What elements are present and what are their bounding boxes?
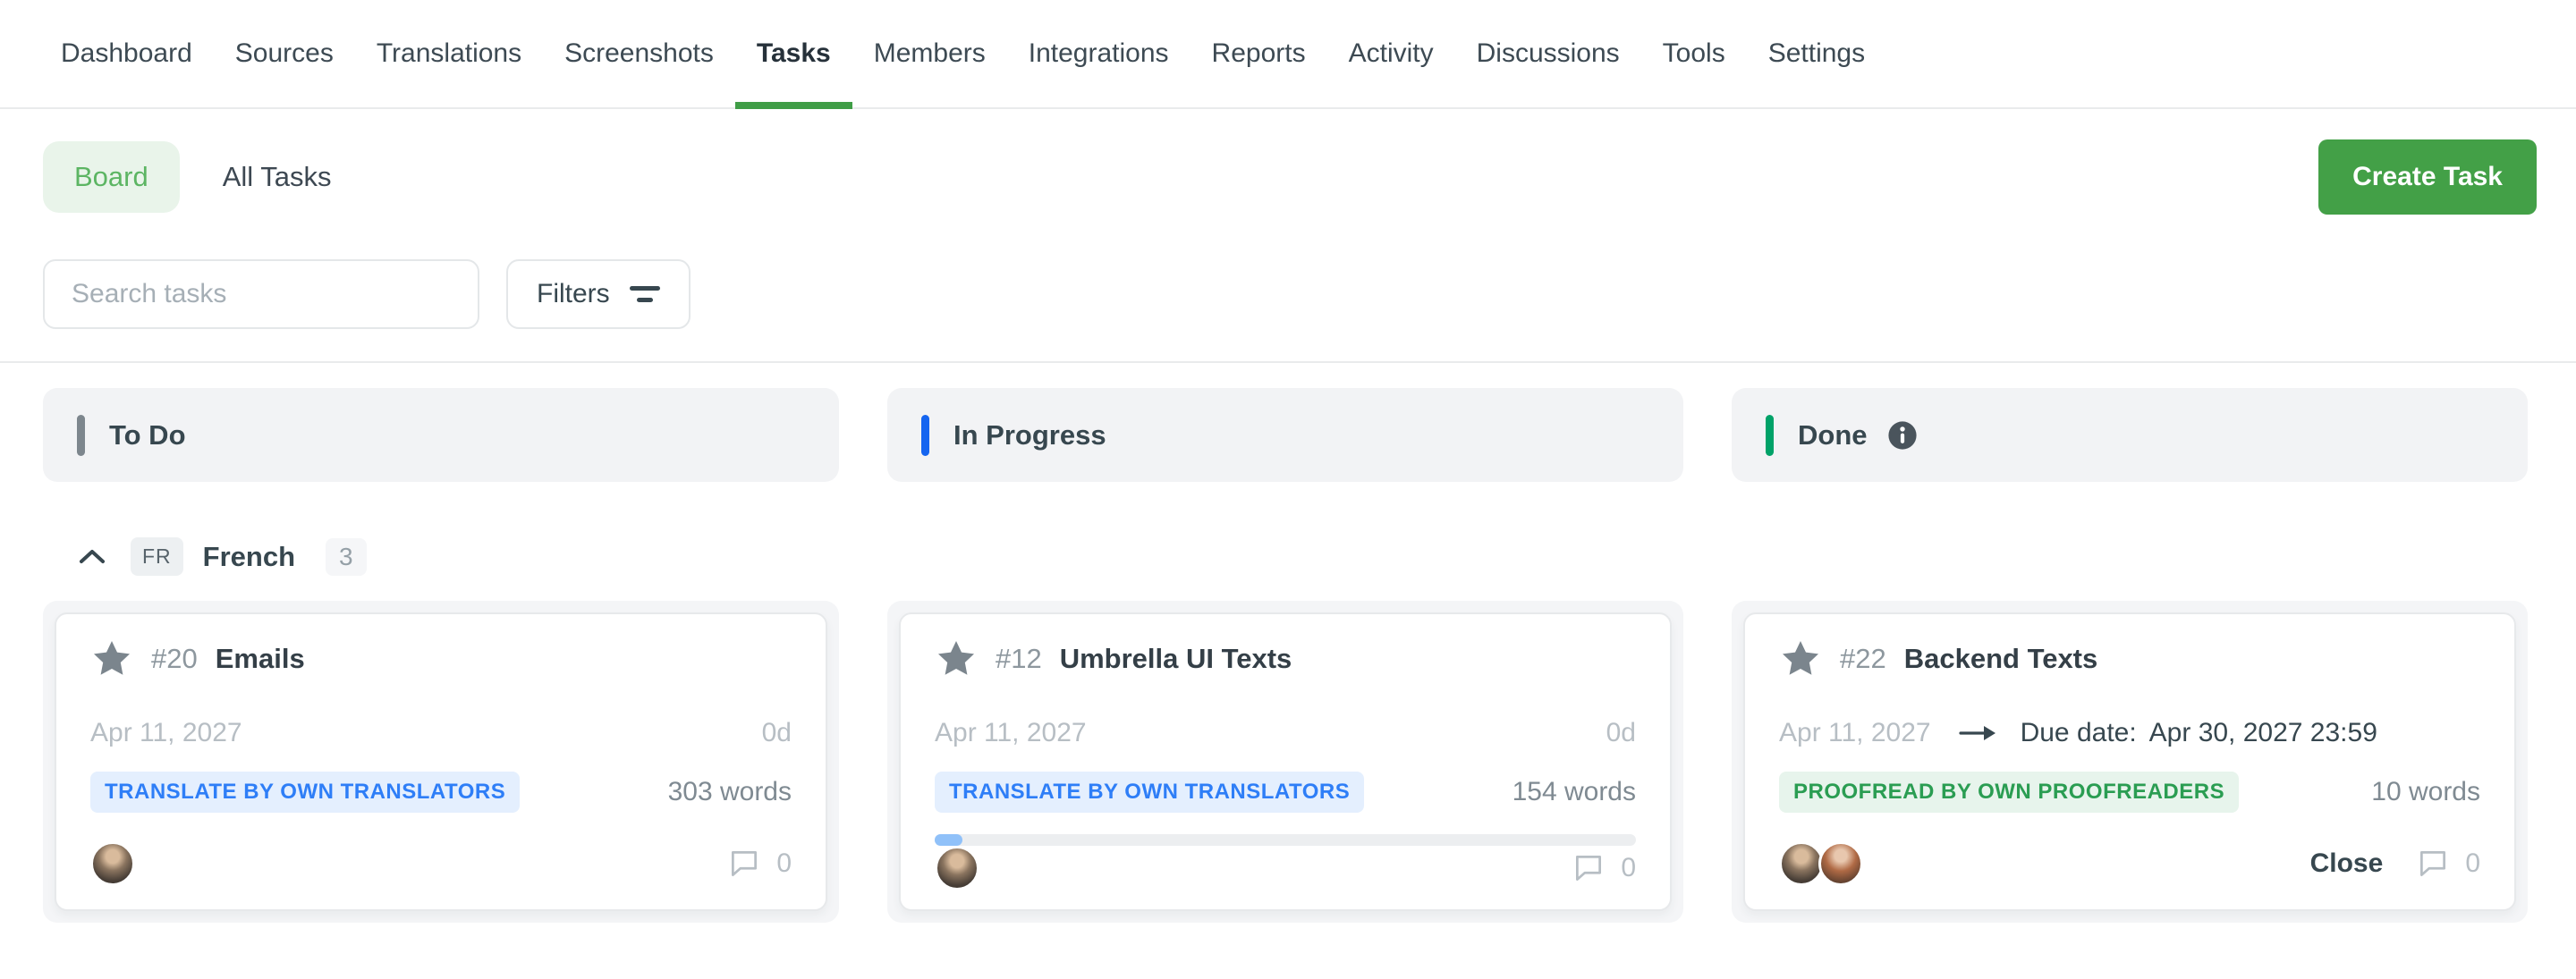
task-card-12[interactable]: #12 Umbrella UI Texts Apr 11, 2027 0d TR… xyxy=(899,612,1672,911)
task-duration: 0d xyxy=(1606,718,1636,748)
card-date-row: Apr 11, 2027 Due date: Apr 30, 2027 23:5… xyxy=(1779,718,2480,748)
star-icon[interactable] xyxy=(935,637,978,680)
column-header-todo[interactable]: To Do xyxy=(43,388,839,482)
word-count: 303 words xyxy=(668,777,792,807)
word-count: 154 words xyxy=(1513,777,1636,807)
comment-icon[interactable] xyxy=(726,846,762,882)
comment-count: 0 xyxy=(2465,848,2480,879)
todo-column: #20 Emails Apr 11, 2027 0d TRANSLATE BY … xyxy=(43,601,839,923)
card-footer: 0 xyxy=(90,841,792,886)
done-column: #22 Backend Texts Apr 11, 2027 Due date:… xyxy=(1732,601,2528,923)
card-date-row: Apr 11, 2027 0d xyxy=(90,718,792,748)
task-count-badge: 3 xyxy=(326,538,367,576)
task-date: Apr 11, 2027 xyxy=(90,718,242,748)
done-status-bar xyxy=(1766,415,1774,456)
nav-tab-screenshots[interactable]: Screenshots xyxy=(543,0,735,107)
word-count: 10 words xyxy=(2371,777,2480,807)
assignee-avatars xyxy=(90,841,135,886)
star-icon[interactable] xyxy=(1779,637,1822,680)
search-row: Filters xyxy=(43,259,2576,329)
nav-tab-activity[interactable]: Activity xyxy=(1327,0,1455,107)
card-title-row: #12 Umbrella UI Texts xyxy=(935,637,1636,680)
comment-count: 0 xyxy=(776,848,792,879)
nav-tab-integrations[interactable]: Integrations xyxy=(1007,0,1191,107)
view-toolbar: Board All Tasks Create Task xyxy=(43,139,2537,215)
info-icon[interactable] xyxy=(1887,420,1918,451)
nav-tab-tools[interactable]: Tools xyxy=(1641,0,1747,107)
column-header-in-progress[interactable]: In Progress xyxy=(887,388,1683,482)
task-type-badge: TRANSLATE BY OWN TRANSLATORS xyxy=(935,772,1364,813)
all-tasks-view-button[interactable]: All Tasks xyxy=(223,161,332,193)
avatar[interactable] xyxy=(1818,841,1863,886)
task-title: Backend Texts xyxy=(1904,643,2098,675)
nav-tab-sources[interactable]: Sources xyxy=(214,0,355,107)
filters-label: Filters xyxy=(537,279,610,309)
in-progress-column-label: In Progress xyxy=(953,419,1106,452)
comment-icon[interactable] xyxy=(2415,846,2451,882)
due-date-value: Apr 30, 2027 23:59 xyxy=(2149,718,2377,748)
kanban-board: #20 Emails Apr 11, 2027 0d TRANSLATE BY … xyxy=(43,601,2528,923)
in-progress-column: #12 Umbrella UI Texts Apr 11, 2027 0d TR… xyxy=(887,601,1683,923)
card-badge-row: TRANSLATE BY OWN TRANSLATORS 154 words xyxy=(935,772,1636,813)
task-id: #20 xyxy=(151,643,198,675)
card-date-row: Apr 11, 2027 0d xyxy=(935,718,1636,748)
todo-status-bar xyxy=(77,415,85,456)
task-date: Apr 11, 2027 xyxy=(1779,718,1931,748)
avatar[interactable] xyxy=(935,846,979,890)
progress-bar xyxy=(935,834,1636,846)
nav-tab-members[interactable]: Members xyxy=(852,0,1007,107)
task-id: #22 xyxy=(1840,643,1886,675)
language-group-row: FR French 3 xyxy=(77,537,2576,576)
task-title: Emails xyxy=(216,643,305,675)
task-duration: 0d xyxy=(762,718,792,748)
active-tab-underline xyxy=(735,102,852,109)
task-card-20[interactable]: #20 Emails Apr 11, 2027 0d TRANSLATE BY … xyxy=(55,612,827,911)
nav-tab-tasks-label: Tasks xyxy=(757,38,831,69)
card-footer: 0 xyxy=(935,846,1636,890)
avatar[interactable] xyxy=(1779,841,1824,886)
nav-tab-translations[interactable]: Translations xyxy=(355,0,543,107)
avatar[interactable] xyxy=(90,841,135,886)
task-date: Apr 11, 2027 xyxy=(935,718,1087,748)
task-title: Umbrella UI Texts xyxy=(1060,643,1292,675)
search-input[interactable] xyxy=(43,259,479,329)
card-badge-row: TRANSLATE BY OWN TRANSLATORS 303 words xyxy=(90,772,792,813)
card-footer: Close 0 xyxy=(1779,841,2480,886)
progress-bar-fill xyxy=(935,834,962,846)
arrow-right-icon xyxy=(1958,721,1997,746)
nav-tab-settings[interactable]: Settings xyxy=(1747,0,1886,107)
section-divider xyxy=(0,361,2576,363)
todo-column-label: To Do xyxy=(109,419,186,452)
column-header-done[interactable]: Done xyxy=(1732,388,2528,482)
done-column-label: Done xyxy=(1798,419,1868,452)
card-title-row: #20 Emails xyxy=(90,637,792,680)
board-view-button[interactable]: Board xyxy=(43,141,180,213)
create-task-button[interactable]: Create Task xyxy=(2318,139,2537,215)
task-type-badge: PROOFREAD BY OWN PROOFREADERS xyxy=(1779,772,2239,813)
nav-tab-reports[interactable]: Reports xyxy=(1191,0,1327,107)
nav-tab-tasks[interactable]: Tasks xyxy=(735,0,852,107)
card-badge-row: PROOFREAD BY OWN PROOFREADERS 10 words xyxy=(1779,772,2480,813)
comment-icon[interactable] xyxy=(1571,850,1606,886)
filter-icon xyxy=(630,286,660,302)
nav-tab-dashboard[interactable]: Dashboard xyxy=(39,0,214,107)
task-card-22[interactable]: #22 Backend Texts Apr 11, 2027 Due date:… xyxy=(1743,612,2516,911)
assignee-avatars xyxy=(935,846,979,890)
comment-count: 0 xyxy=(1621,853,1636,883)
task-id: #12 xyxy=(996,643,1042,675)
top-nav: Dashboard Sources Translations Screensho… xyxy=(0,0,2576,109)
due-date-label: Due date: xyxy=(2021,718,2137,748)
in-progress-status-bar xyxy=(921,415,929,456)
filters-button[interactable]: Filters xyxy=(506,259,691,329)
close-task-button[interactable]: Close xyxy=(2310,848,2384,879)
language-code-badge: FR xyxy=(131,537,183,576)
nav-tab-discussions[interactable]: Discussions xyxy=(1455,0,1641,107)
status-column-headers: To Do In Progress Done xyxy=(43,388,2528,482)
card-title-row: #22 Backend Texts xyxy=(1779,637,2480,680)
assignee-avatars xyxy=(1779,841,1863,886)
star-icon[interactable] xyxy=(90,637,133,680)
collapse-chevron-up-icon[interactable] xyxy=(77,546,107,568)
language-name: French xyxy=(203,541,295,573)
task-type-badge: TRANSLATE BY OWN TRANSLATORS xyxy=(90,772,520,813)
